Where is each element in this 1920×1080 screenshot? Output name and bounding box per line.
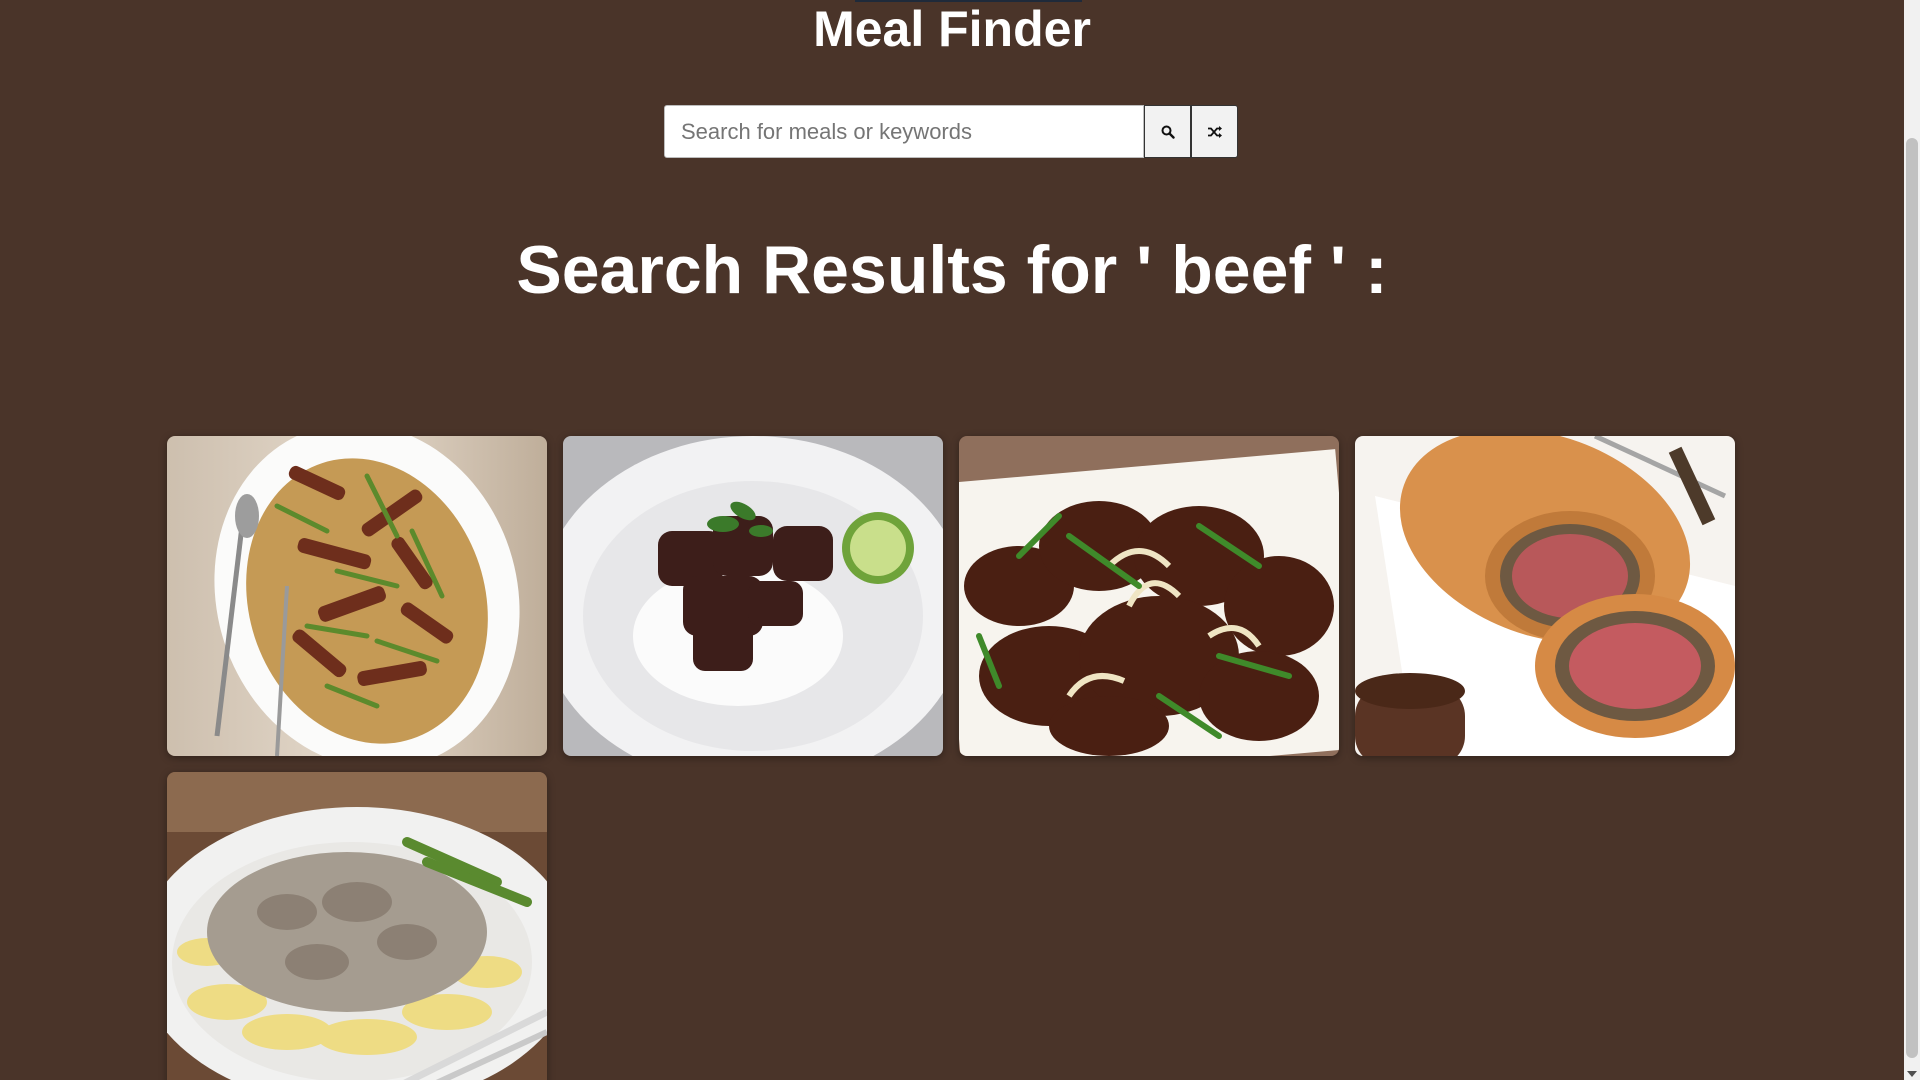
meal-image bbox=[167, 436, 547, 756]
meal-image bbox=[959, 436, 1339, 756]
meals-grid bbox=[167, 436, 1737, 1080]
search-form bbox=[664, 105, 1238, 158]
meal-card[interactable] bbox=[563, 436, 943, 756]
meal-image bbox=[1355, 436, 1735, 756]
random-meal-button[interactable] bbox=[1191, 105, 1238, 158]
page-title: Meal Finder bbox=[813, 1, 1091, 57]
search-icon bbox=[1161, 125, 1175, 139]
shuffle-icon bbox=[1207, 125, 1223, 139]
meal-card[interactable] bbox=[959, 436, 1339, 756]
meal-card[interactable] bbox=[1355, 436, 1735, 756]
search-input[interactable] bbox=[664, 105, 1144, 158]
scrollbar-thumb[interactable] bbox=[1906, 138, 1918, 1058]
search-button[interactable] bbox=[1144, 105, 1191, 158]
vertical-scrollbar[interactable] bbox=[1904, 0, 1920, 1080]
meal-image bbox=[563, 436, 943, 756]
results-heading: Search Results for ' beef ' : bbox=[516, 232, 1388, 308]
meal-card[interactable] bbox=[167, 772, 547, 1080]
meal-image bbox=[167, 772, 547, 1080]
page: Meal Finder Search Results for ' be bbox=[0, 0, 1904, 1080]
scroll-down-icon[interactable] bbox=[1907, 1071, 1917, 1077]
meal-card[interactable] bbox=[167, 436, 547, 756]
